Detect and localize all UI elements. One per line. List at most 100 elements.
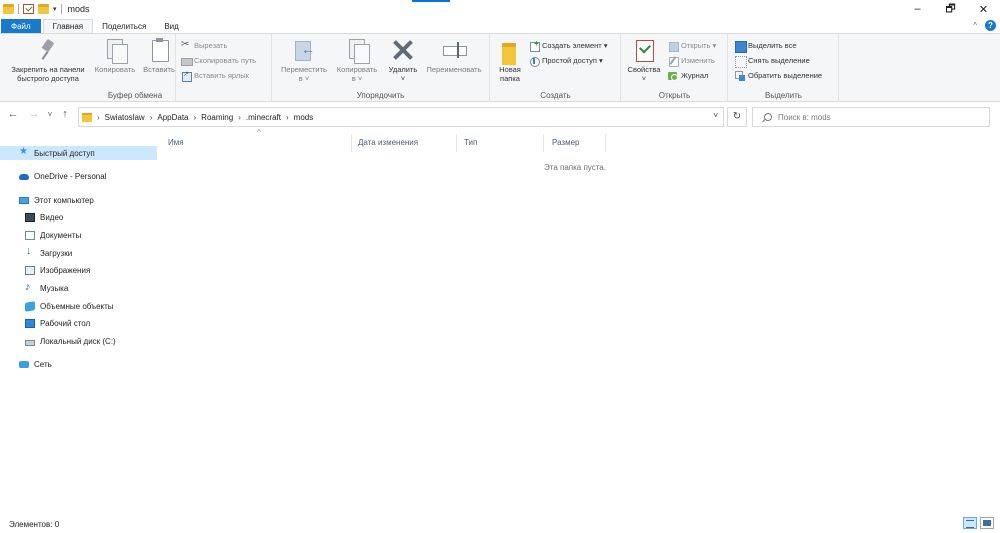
delete-chevron: ˅ [400, 74, 406, 83]
rename-icon [441, 37, 467, 63]
recent-locations-chevron-icon[interactable]: ˅ [43, 110, 57, 119]
column-header-date[interactable]: Дата изменения [358, 138, 418, 147]
breadcrumb-separator-icon[interactable]: › [286, 113, 289, 122]
sidebar-item-local-disk[interactable]: Локальный диск (C:) [25, 334, 116, 348]
tab-file[interactable]: Файл [1, 19, 41, 33]
sidebar-item-label: Документы [40, 230, 82, 240]
tab-view[interactable]: Вид [155, 19, 187, 33]
sidebar-item-desktop[interactable]: Рабочий стол [25, 316, 90, 330]
collapse-ribbon-icon[interactable]: ^ [973, 21, 977, 30]
properties-icon [631, 37, 657, 63]
copy-label: Копировать [94, 65, 136, 74]
customize-toolbar-chevron-icon[interactable]: ▾ [53, 5, 57, 13]
properties-button[interactable]: Свойства ˅ [624, 37, 664, 83]
tab-home[interactable]: Главная [42, 19, 94, 33]
sidebar-item-downloads[interactable]: Загрузки [25, 245, 72, 260]
forward-arrow-icon[interactable]: → [27, 108, 41, 120]
sidebar-item-network[interactable]: Сеть [19, 357, 52, 371]
new-group-label: Создать [540, 91, 571, 100]
new-folder-button[interactable]: Новая папка [495, 37, 525, 83]
clipboard-group-extension [176, 34, 272, 102]
address-bar[interactable]: › Swiatoslaw › AppData › Roaming › .mine… [78, 107, 724, 127]
copy-button[interactable]: Копировать [92, 37, 138, 74]
breadcrumb-separator-icon[interactable]: › [194, 113, 197, 122]
new-folder-quick-icon[interactable] [38, 4, 49, 14]
sidebar-item-videos[interactable]: Видео [25, 210, 63, 224]
sidebar-item-3d-objects[interactable]: Объемные объекты [25, 299, 114, 313]
sidebar-item-onedrive[interactable]: OneDrive - Personal [19, 169, 106, 183]
delete-label: Удалить [388, 65, 418, 74]
search-input[interactable]: Поиск в: mods [752, 107, 990, 127]
column-headers: Имя Дата изменения Тип Размер [158, 134, 618, 152]
column-header-type[interactable]: Тип [464, 138, 477, 147]
column-divider[interactable] [543, 134, 544, 152]
column-divider[interactable] [456, 134, 457, 152]
move-to-label: Переместить [281, 65, 327, 74]
download-arrow-icon [25, 245, 35, 258]
tab-share[interactable]: Поделиться [93, 19, 155, 33]
column-divider[interactable] [605, 134, 606, 152]
breadcrumb-swiatoslaw[interactable]: Swiatoslaw [105, 113, 145, 122]
refresh-icon[interactable]: ↻ [727, 107, 747, 127]
move-to-button[interactable]: Переместить в ˅ [277, 37, 331, 83]
music-note-icon [25, 281, 35, 293]
new-group: Новая папка Создать элемент ▾ Простой до… [491, 34, 621, 102]
easy-access-icon [529, 56, 540, 67]
invert-selection-button[interactable]: Обратить выделение [735, 70, 822, 81]
details-view-icon[interactable] [963, 517, 977, 529]
breadcrumb-minecraft[interactable]: .minecraft [246, 113, 281, 122]
column-header-size[interactable]: Размер [552, 138, 580, 147]
select-group: Выделить все Снять выделение Обратить вы… [729, 34, 839, 102]
help-icon[interactable]: ? [985, 20, 996, 31]
edit-button[interactable]: Изменить [668, 55, 715, 67]
star-icon [19, 146, 29, 158]
up-arrow-icon[interactable]: ↑ [58, 108, 72, 120]
pictures-icon [25, 265, 35, 275]
large-icons-view-icon[interactable] [980, 517, 994, 529]
rename-label: Переименовать [426, 65, 482, 74]
status-item-count: Элементов: 0 [9, 520, 60, 529]
pin-quick-access-button[interactable]: Закрепить на панели быстрого доступа [4, 37, 92, 83]
copy-to-button[interactable]: Копировать в ˅ [332, 37, 382, 83]
empty-folder-message: Эта папка пуста. [544, 163, 606, 172]
minimize-button[interactable]: – [901, 0, 934, 18]
window-controls: – 🗗 ✕ [901, 0, 1000, 18]
edit-icon [668, 56, 679, 67]
breadcrumb-separator-icon[interactable]: › [150, 113, 153, 122]
breadcrumb-separator-icon[interactable]: › [238, 113, 241, 122]
back-arrow-icon[interactable]: ← [6, 108, 20, 120]
column-divider[interactable] [351, 134, 352, 152]
breadcrumb-roaming[interactable]: Roaming [201, 113, 233, 122]
address-dropdown-chevron-icon[interactable]: ˅ [713, 111, 718, 120]
sidebar-item-pictures[interactable]: Изображения [25, 263, 90, 277]
breadcrumb-appdata[interactable]: AppData [157, 113, 188, 122]
properties-quick-icon[interactable] [23, 4, 34, 14]
sidebar-item-quick-access[interactable]: Быстрый доступ [0, 146, 157, 160]
sidebar-item-this-pc[interactable]: Этот компьютер [19, 193, 94, 207]
paste-label: Вставить [143, 65, 175, 74]
breadcrumb-mods[interactable]: mods [294, 113, 314, 122]
restore-button[interactable]: 🗗 [934, 0, 967, 18]
network-icon [19, 360, 29, 368]
column-header-name[interactable]: Имя [168, 138, 184, 147]
move-to-icon [291, 37, 317, 63]
sidebar-item-label: OneDrive - Personal [34, 171, 107, 181]
sidebar-item-documents[interactable]: Документы [25, 228, 81, 242]
sidebar-item-label: Музыка [40, 283, 69, 293]
sidebar-item-music[interactable]: Музыка [25, 281, 68, 295]
rename-button[interactable]: Переименовать [422, 37, 486, 74]
sidebar-item-label: Объемные объекты [40, 301, 114, 311]
history-button[interactable]: Журнал [668, 70, 708, 81]
open-button[interactable]: Открыть ▾ [668, 40, 716, 52]
open-group: Свойства ˅ Открыть ▾ Изменить Журнал Отк… [622, 34, 728, 102]
move-to-chevron: в ˅ [298, 74, 310, 83]
breadcrumb-separator-icon[interactable]: › [97, 113, 100, 122]
select-none-button[interactable]: Снять выделение [735, 55, 810, 68]
new-item-button[interactable]: Создать элемент ▾ [529, 39, 608, 52]
ribbon-tabs: Файл Главная Поделиться Вид ^ ? [0, 18, 1000, 33]
easy-access-button[interactable]: Простой доступ ▾ [529, 55, 603, 67]
close-button[interactable]: ✕ [967, 0, 1000, 18]
select-all-button[interactable]: Выделить все [735, 40, 797, 53]
paste-button[interactable]: Вставить [141, 37, 177, 74]
delete-button[interactable]: Удалить ˅ [384, 37, 422, 83]
